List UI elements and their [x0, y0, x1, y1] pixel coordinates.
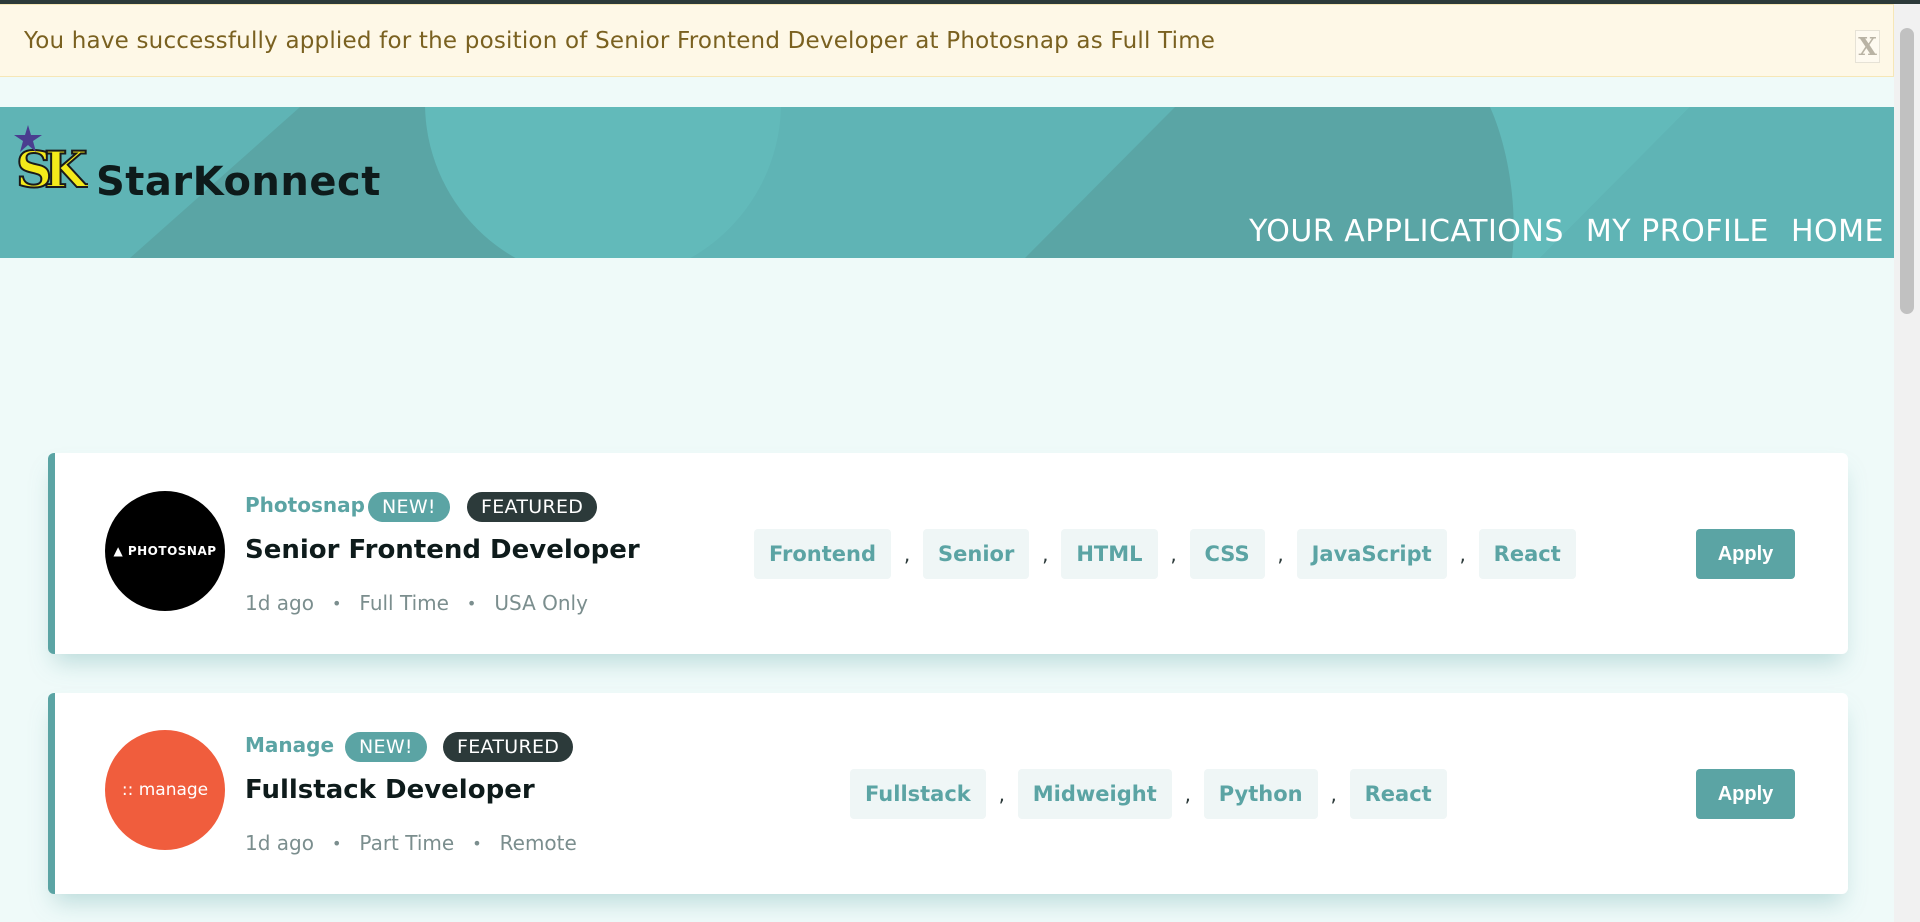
- apply-button[interactable]: Apply: [1696, 769, 1795, 819]
- tag-separator: ,: [1170, 542, 1177, 566]
- job-position-title[interactable]: Senior Frontend Developer: [245, 535, 640, 565]
- nav-my-profile[interactable]: MY PROFILE: [1586, 214, 1769, 249]
- manage-logo: :: manage: [105, 730, 225, 850]
- photosnap-logo: ▲ PHOTOSNAP: [105, 491, 225, 611]
- company-name: Manage: [245, 733, 335, 757]
- job-tags: Fullstack , Midweight , Python , React: [850, 769, 1447, 819]
- company-name: Photosnap: [245, 493, 365, 517]
- tag-separator: ,: [1459, 542, 1466, 566]
- tag-react[interactable]: React: [1478, 529, 1576, 579]
- nav-home[interactable]: HOME: [1791, 214, 1884, 249]
- tag-separator: ,: [1184, 782, 1191, 806]
- tag-separator: ,: [1042, 542, 1049, 566]
- tag-python[interactable]: Python: [1203, 769, 1318, 819]
- job-meta: 1d ago • Part Time • Remote: [245, 831, 577, 855]
- job-meta: 1d ago • Full Time • USA Only: [245, 591, 588, 615]
- job-tags: Frontend , Senior , HTML , CSS , JavaScr…: [754, 529, 1576, 579]
- meta-dot: •: [331, 833, 342, 853]
- apply-button[interactable]: Apply: [1696, 529, 1795, 579]
- meta-dot: •: [466, 593, 477, 613]
- alert-message: You have successfully applied for the po…: [24, 27, 1216, 54]
- tag-separator: ,: [903, 542, 911, 566]
- meta-dot: •: [331, 593, 342, 613]
- job-card-manage: :: manage Manage NEW! FEATURED Fullstack…: [48, 693, 1848, 894]
- tag-javascript[interactable]: JavaScript: [1296, 529, 1447, 579]
- scrollbar-thumb[interactable]: [1900, 28, 1914, 314]
- contract-type: Full Time: [359, 591, 449, 615]
- logo-monogram: SK: [16, 140, 88, 195]
- new-badge: NEW!: [345, 732, 427, 762]
- meta-dot: •: [472, 833, 482, 853]
- brand-name: StarKonnect: [96, 159, 381, 205]
- tag-react[interactable]: React: [1349, 769, 1447, 819]
- posted-at: 1d ago: [245, 831, 314, 855]
- contract-type: Part Time: [359, 831, 455, 855]
- alert-close-button[interactable]: X: [1855, 30, 1880, 63]
- tag-senior[interactable]: Senior: [923, 529, 1030, 579]
- main-nav: YOUR APPLICATIONS MY PROFILE HOME: [1249, 214, 1884, 249]
- tag-fullstack[interactable]: Fullstack: [850, 769, 986, 819]
- nav-your-applications[interactable]: YOUR APPLICATIONS: [1249, 214, 1564, 249]
- tag-separator: ,: [998, 782, 1005, 806]
- page-scrollbar[interactable]: [1894, 4, 1920, 922]
- tag-html[interactable]: HTML: [1061, 529, 1158, 579]
- success-alert: You have successfully applied for the po…: [0, 4, 1894, 77]
- job-location: Remote: [499, 831, 577, 855]
- new-badge: NEW!: [368, 492, 450, 522]
- tag-midweight[interactable]: Midweight: [1017, 769, 1172, 819]
- job-position-title[interactable]: Fullstack Developer: [245, 775, 535, 805]
- tag-separator: ,: [1277, 542, 1284, 566]
- job-location: USA Only: [494, 591, 588, 615]
- tag-frontend[interactable]: Frontend: [754, 529, 891, 579]
- featured-badge: FEATURED: [443, 732, 574, 762]
- starkonnect-logo[interactable]: SK: [14, 125, 88, 195]
- job-card-photosnap: ▲ PHOTOSNAP Photosnap NEW! FEATURED Seni…: [48, 453, 1848, 654]
- posted-at: 1d ago: [245, 591, 314, 615]
- featured-badge: FEATURED: [467, 492, 598, 522]
- tag-separator: ,: [1330, 782, 1337, 806]
- tag-css[interactable]: CSS: [1189, 529, 1265, 579]
- site-header: SK StarKonnect YOUR APPLICATIONS MY PROF…: [0, 107, 1894, 258]
